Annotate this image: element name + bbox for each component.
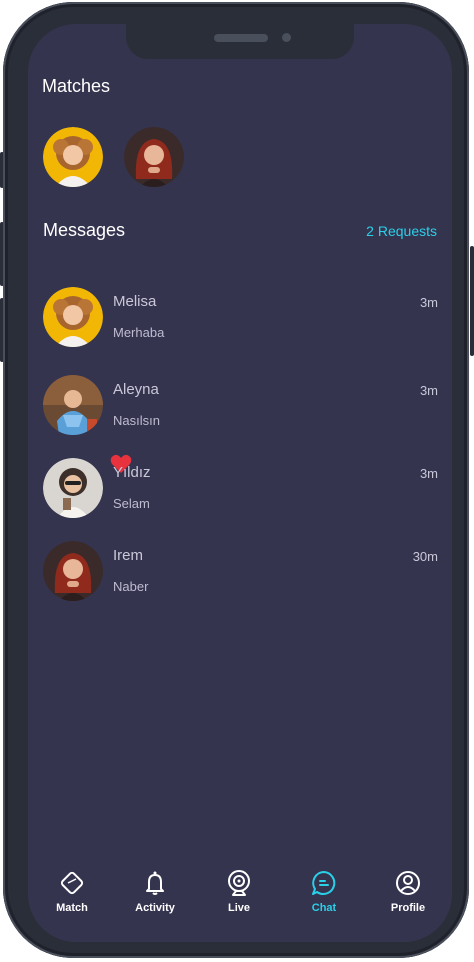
user-icon <box>393 868 423 898</box>
chat-bubble-icon <box>309 868 339 898</box>
tab-label: Chat <box>311 902 337 914</box>
diamond-card-icon <box>57 868 87 898</box>
matches-title: Matches <box>42 76 111 96</box>
contact-name: Melisa <box>113 293 157 310</box>
tab-live[interactable]: Live <box>204 868 274 928</box>
message-preview: Nasılsın <box>113 413 160 428</box>
contact-name: Yıldız <box>113 464 151 481</box>
tab-activity[interactable]: Activity <box>120 868 190 928</box>
messages-title: Messages <box>43 220 126 240</box>
tab-label: Activity <box>135 902 175 914</box>
message-time: 3m <box>419 466 438 481</box>
bell-icon <box>140 868 170 898</box>
message-time: 3m <box>419 383 438 398</box>
screen: Matches Messages 2 Requests Melisa Merha… <box>28 24 452 942</box>
speaker <box>214 34 268 42</box>
message-row[interactable]: Yıldız Selam 3m <box>28 454 452 528</box>
message-row[interactable]: Irem Naber 30m <box>28 541 452 611</box>
tab-label: Match <box>56 902 88 914</box>
message-row[interactable]: Aleyna Nasılsın 3m <box>28 375 452 445</box>
phone-frame: Matches Messages 2 Requests Melisa Merha… <box>3 2 469 958</box>
avatar <box>43 458 103 518</box>
match-avatar-2[interactable] <box>124 127 184 187</box>
message-preview: Naber <box>113 579 149 594</box>
avatar <box>43 375 103 435</box>
tab-match[interactable]: Match <box>37 868 107 928</box>
contact-name: Irem <box>113 547 143 564</box>
message-time: 30m <box>412 549 438 564</box>
front-camera <box>282 33 291 42</box>
avatar <box>43 541 103 601</box>
message-time: 3m <box>419 295 438 310</box>
message-row[interactable]: Melisa Merhaba 3m <box>28 287 452 357</box>
tab-label: Live <box>227 902 250 914</box>
tab-profile[interactable]: Profile <box>373 868 443 928</box>
notch <box>126 24 354 59</box>
tab-label: Profile <box>390 902 426 914</box>
message-preview: Selam <box>113 496 150 511</box>
requests-link[interactable]: 2 Requests <box>366 223 437 239</box>
message-preview: Merhaba <box>113 325 165 340</box>
avatar <box>43 287 103 347</box>
match-avatar-1[interactable] <box>43 127 103 187</box>
contact-name: Aleyna <box>113 381 159 398</box>
tab-chat[interactable]: Chat <box>289 868 359 928</box>
power-button <box>470 246 474 356</box>
tab-bar: Match Activity Live Chat Profile <box>28 862 452 942</box>
webcam-icon <box>224 868 254 898</box>
